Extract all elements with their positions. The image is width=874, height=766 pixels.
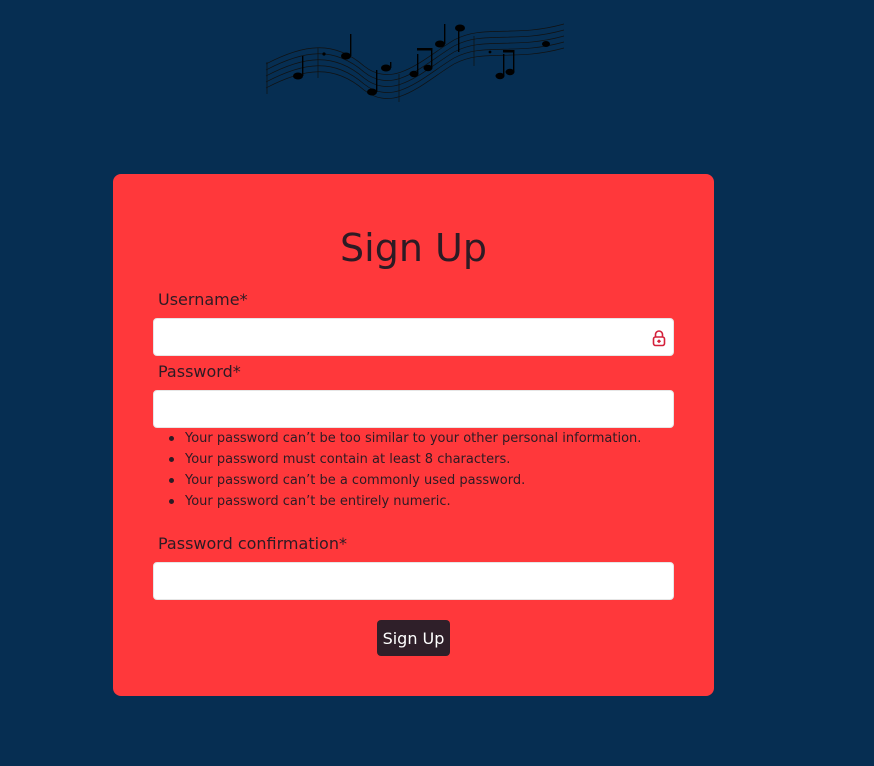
password-help-item: Your password can’t be entirely numeric. [168, 491, 641, 512]
username-label: Username* [158, 290, 248, 309]
page-title: Sign Up [340, 226, 487, 270]
password-manager-lock-icon[interactable] [652, 329, 666, 347]
music-notes-logo [265, 23, 565, 102]
password-label: Password* [158, 362, 241, 381]
sign-up-button[interactable]: Sign Up [377, 620, 450, 656]
page: Sign Up Username* Password* Your passwor… [0, 0, 874, 766]
username-input[interactable] [154, 319, 673, 355]
password-confirmation-label: Password confirmation* [158, 534, 347, 553]
username-field-wrapper [153, 318, 674, 356]
password-confirmation-input[interactable] [154, 563, 673, 599]
password-help-item: Your password can’t be a commonly used p… [168, 470, 641, 491]
password-help-item: Your password must contain at least 8 ch… [168, 449, 641, 470]
signup-card: Sign Up Username* Password* Your passwor… [113, 174, 714, 696]
password-field-wrapper [153, 390, 674, 428]
password-input[interactable] [154, 391, 673, 427]
password-help-item: Your password can’t be too similar to yo… [168, 428, 641, 449]
password-confirmation-field-wrapper [153, 562, 674, 600]
password-help-list: Your password can’t be too similar to yo… [168, 428, 641, 512]
